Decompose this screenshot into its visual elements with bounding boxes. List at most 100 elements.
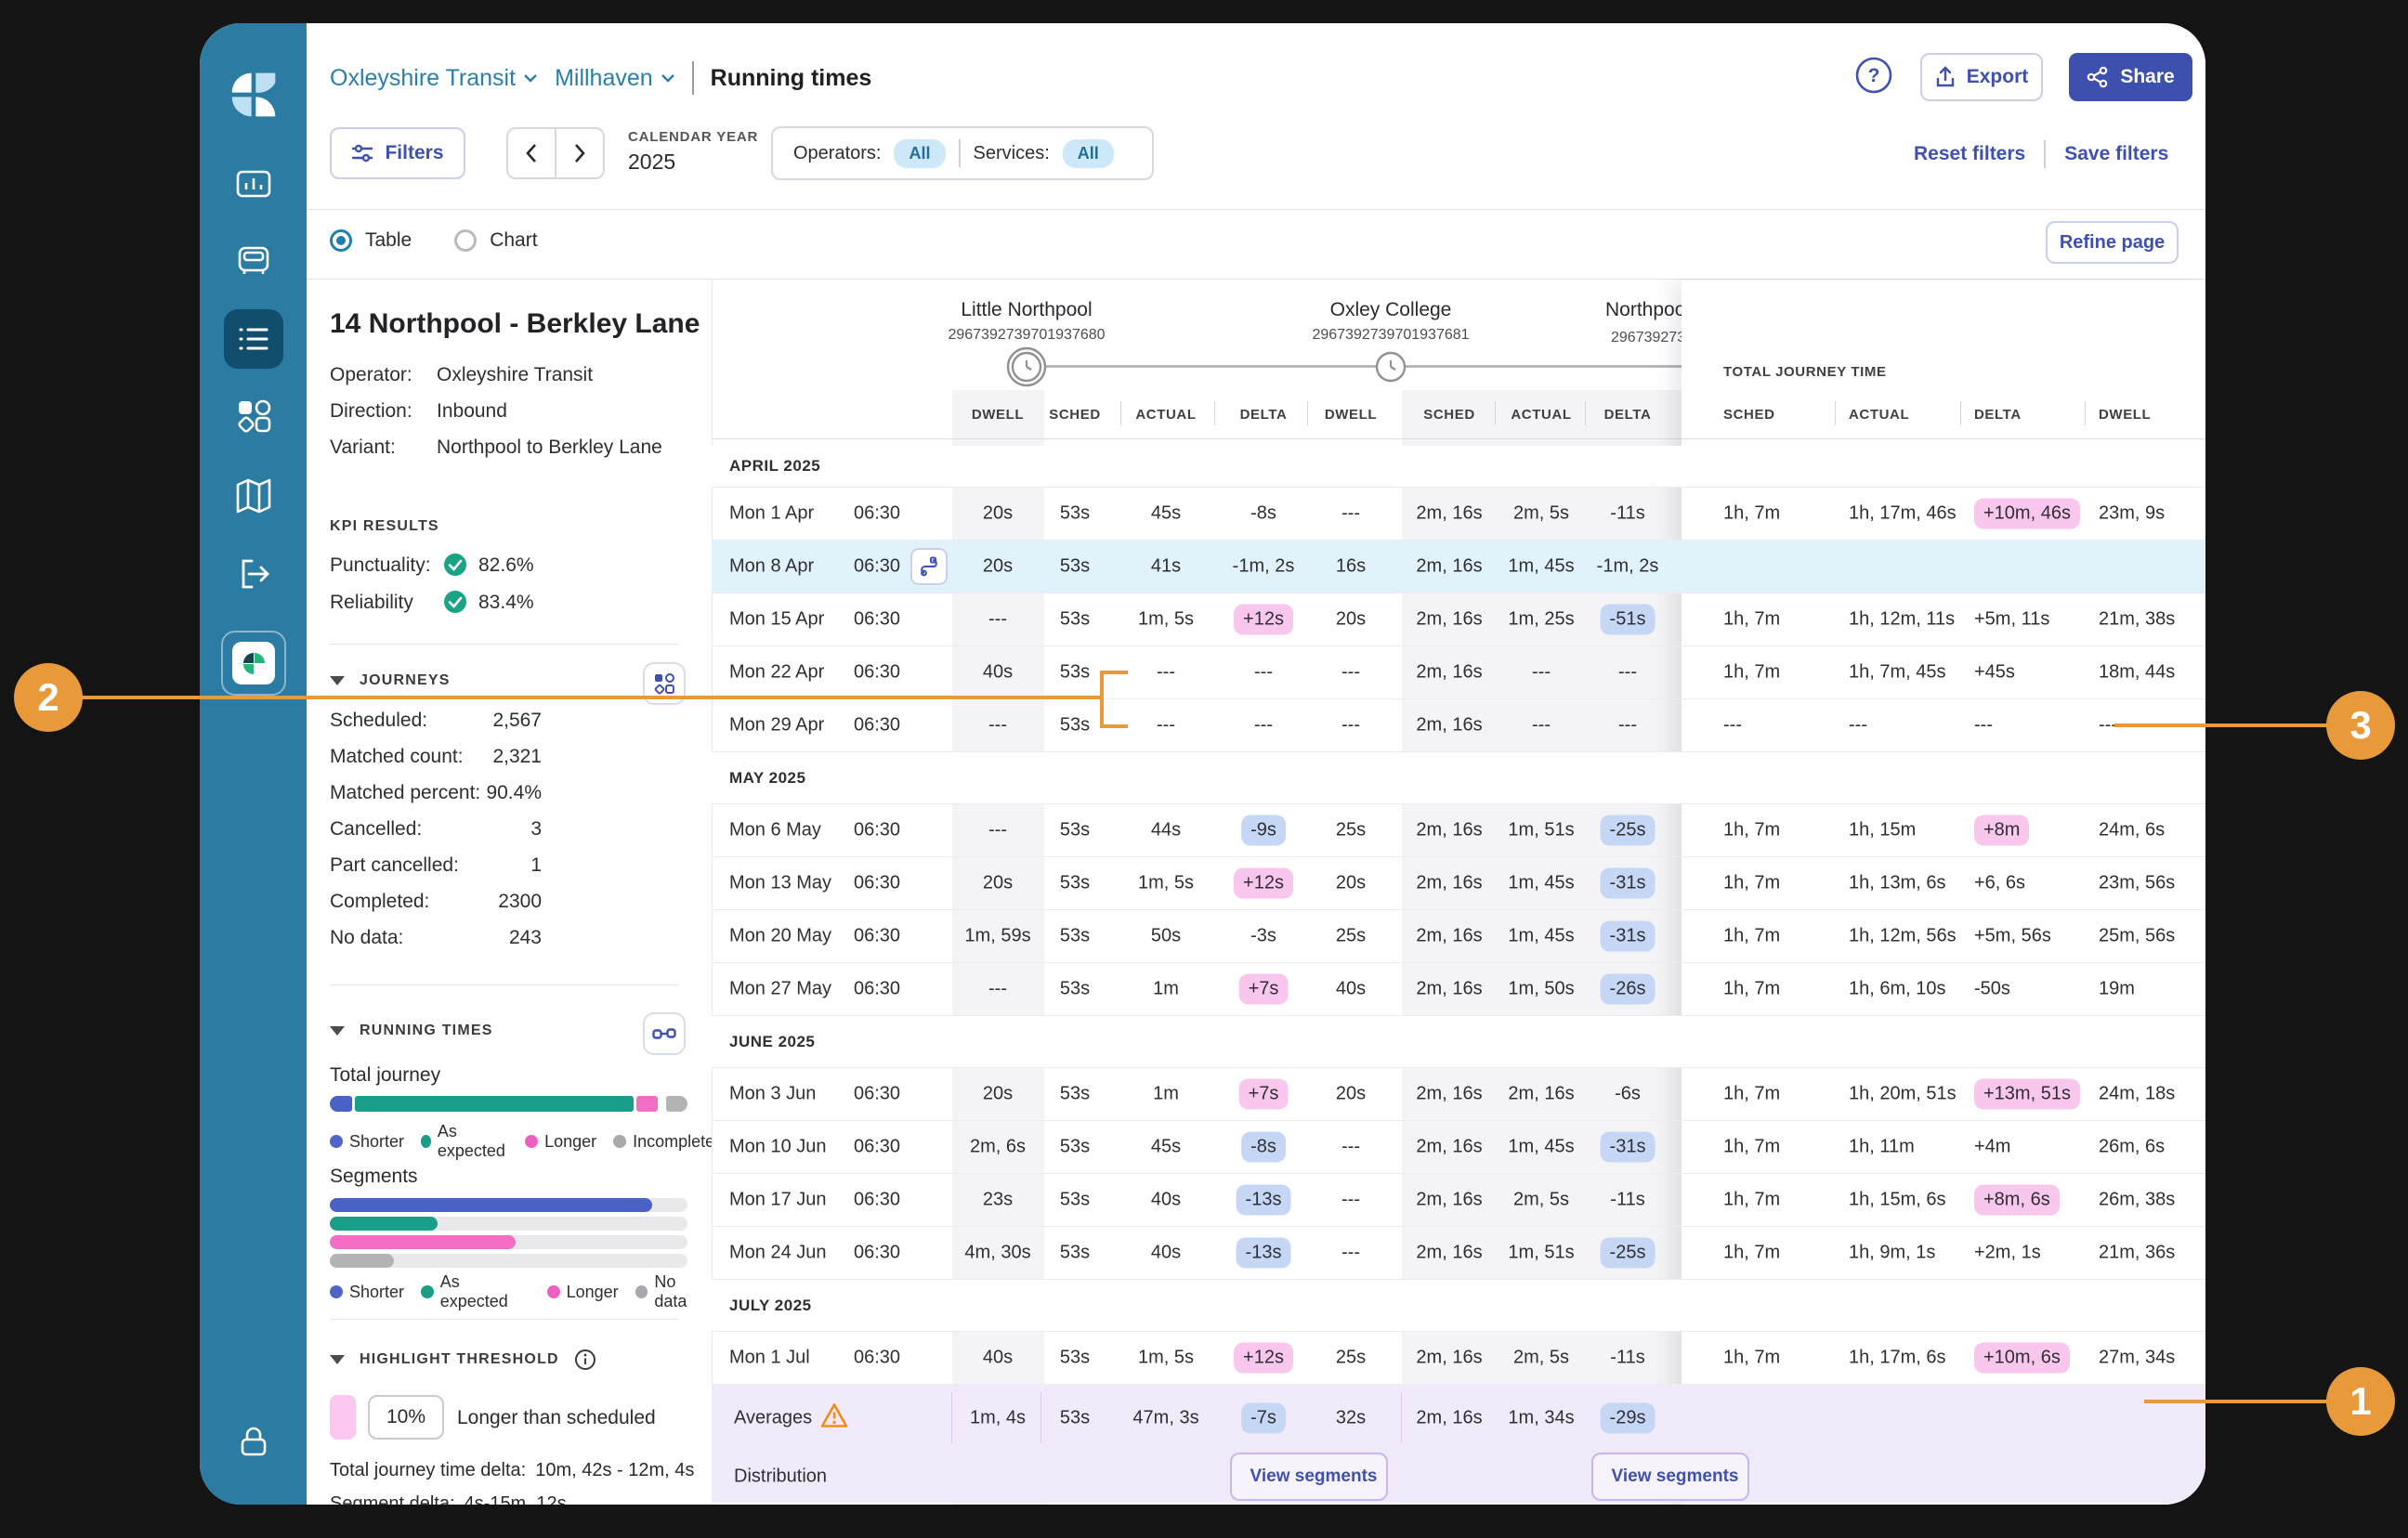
total-delta-label: Total journey time delta: <box>330 1460 526 1481</box>
table-cell: 40s <box>983 662 1013 684</box>
kpi-status-icon <box>443 590 467 619</box>
total-bar-segment <box>355 1096 634 1112</box>
stop-id: 2967392739701937681 <box>1312 327 1469 344</box>
running-times-section-header[interactable]: RUNNING TIMES <box>330 1023 493 1039</box>
delta-chip: -51s <box>1601 605 1656 635</box>
table-cell: 2m, 5s <box>1513 503 1569 525</box>
stop-name: Northpool <box>1605 299 1690 321</box>
share-button[interactable]: Share <box>2069 53 2192 101</box>
export-button[interactable]: Export <box>1920 53 2043 101</box>
month-band: JUNE 2025 <box>712 1016 2205 1068</box>
journey-stat-label: Part cancelled: <box>330 854 459 877</box>
help-icon[interactable]: ? <box>1853 55 1894 100</box>
avg-row: Averages1m, 4s53s47m, 3s-7s32s2m, 16s1m,… <box>712 1385 2205 1452</box>
table-cell: 53s <box>1060 1084 1090 1105</box>
refine-page-button[interactable]: Refine page <box>2046 221 2179 264</box>
table-row[interactable]: Mon 8 Apr06:3020s53s41s-1m, 2s16s2m, 16s… <box>712 541 2205 593</box>
table-cell: 2m, 16s <box>1416 1243 1482 1264</box>
highlight-threshold-header[interactable]: HIGHLIGHT THRESHOLD <box>330 1349 596 1371</box>
route-variant-button[interactable] <box>910 548 948 585</box>
threshold-percent-input[interactable]: 10% <box>368 1395 444 1440</box>
table-row[interactable]: Mon 10 Jun06:302m, 6s53s45s-8s---2m, 16s… <box>712 1121 2205 1174</box>
table-cell: -8s <box>1250 503 1276 525</box>
legend-dot-icon <box>613 1135 626 1148</box>
table-row[interactable]: Mon 6 May06:30---53s44s-9s25s2m, 16s1m, … <box>712 804 2205 857</box>
column-header-divider <box>1960 401 1961 425</box>
view-segments-button[interactable]: View segments <box>1591 1453 1749 1501</box>
header-bottom-border <box>1682 438 2205 439</box>
sidebar-item-apps[interactable] <box>234 397 273 436</box>
filters-button[interactable]: Filters <box>330 127 465 179</box>
segment-link-icon <box>652 1027 676 1040</box>
table-cell: 20s <box>983 873 1013 894</box>
breadcrumb-operator[interactable]: Oxleyshire Transit <box>330 65 538 92</box>
table-cell: 53s <box>1060 1407 1090 1428</box>
timing-point-icon[interactable] <box>1006 346 1047 392</box>
threshold-color-swatch <box>330 1395 356 1440</box>
journey-stat-label: No data: <box>330 927 403 949</box>
table-row[interactable]: Mon 20 May06:301m, 59s53s50s-3s25s2m, 16… <box>712 910 2205 963</box>
sidebar-item-map[interactable] <box>233 476 274 516</box>
save-filters-link[interactable]: Save filters <box>2064 143 2168 165</box>
breadcrumb-region[interactable]: Millhaven <box>555 65 675 92</box>
table-row[interactable]: Mon 22 Apr06:3040s53s---------2m, 16s---… <box>712 646 2205 699</box>
app-window: Oxleyshire Transit Millhaven Running tim… <box>200 23 2205 1505</box>
table-row[interactable]: Mon 1 Jul06:3040s53s1m, 5s+12s25s2m, 16s… <box>712 1332 2205 1385</box>
journey-stat-label: Matched count: <box>330 746 464 768</box>
sidebar-item-timetables-selected[interactable] <box>224 309 283 369</box>
table-cell: 1m <box>1153 979 1179 1000</box>
table-row[interactable]: Mon 17 Jun06:3023s53s40s-13s---2m, 16s2m… <box>712 1174 2205 1227</box>
view-toggle-table[interactable]: Table Chart <box>330 229 538 252</box>
table-row[interactable]: Mon 13 May06:3020s53s1m, 5s+12s20s2m, 16… <box>712 857 2205 910</box>
segments-label: Segments <box>330 1166 418 1188</box>
journey-stat-label: Matched percent: <box>330 782 480 804</box>
running-times-link-button[interactable] <box>643 1012 686 1055</box>
table-row[interactable]: Mon 27 May06:30---53s1m+7s40s2m, 16s1m, … <box>712 963 2205 1016</box>
month-section-label: MAY 2025 <box>729 769 805 788</box>
table-cell: 50s <box>1151 926 1181 947</box>
reset-filters-link[interactable]: Reset filters <box>1914 143 2025 165</box>
table-cell: --- <box>1341 715 1360 736</box>
view-segments-button[interactable]: View segments <box>1230 1453 1388 1501</box>
journey-stat-label: Scheduled: <box>330 710 427 732</box>
table-row[interactable]: Mon 24 Jun06:304m, 30s53s40s-13s---2m, 1… <box>712 1227 2205 1280</box>
table-row[interactable]: Mon 29 Apr06:30---53s---------2m, 16s---… <box>712 699 2205 752</box>
delta-chip: -31s <box>1601 1132 1656 1163</box>
segment-bar-track <box>330 1254 687 1268</box>
callout-2-tick <box>1100 724 1128 728</box>
next-period-button[interactable] <box>556 129 603 177</box>
lock-icon[interactable] <box>235 1424 272 1461</box>
averages-divider <box>951 1392 952 1443</box>
table-row[interactable]: Mon 1 Apr06:3020s53s45s-8s---2m, 16s2m, … <box>712 488 2205 541</box>
table-cell: --- <box>1341 503 1360 525</box>
stop-name: Little Northpool <box>961 299 1092 321</box>
table-cell: -11s <box>1610 1348 1644 1369</box>
table-cell: 53s <box>1060 609 1090 631</box>
sidebar-item-vehicles[interactable] <box>234 241 273 280</box>
averages-warning-icon[interactable] <box>819 1401 849 1434</box>
delta-chip: -25s <box>1601 815 1656 846</box>
legend-dot-icon <box>330 1285 343 1298</box>
row-departure-time: 06:30 <box>854 873 900 894</box>
table-row[interactable]: Mon 3 Jun06:3020s53s1m+7s20s2m, 16s2m, 1… <box>712 1068 2205 1121</box>
sidebar-item-dashboard[interactable] <box>234 164 273 203</box>
table-cell: 47m, 3s <box>1132 1407 1198 1428</box>
table-cell: --- <box>1532 715 1551 736</box>
active-filters-summary[interactable]: Operators: All Services: All <box>771 126 1154 180</box>
table-row[interactable]: Mon 15 Apr06:30---53s1m, 5s+12s20s2m, 16… <box>712 593 2205 646</box>
table-cell: 2m, 5s <box>1513 1190 1569 1211</box>
table-cell: --- <box>1341 1243 1360 1264</box>
table-cell: 1m, 5s <box>1138 1348 1194 1369</box>
journeys-section-header[interactable]: JOURNEYS <box>330 672 451 689</box>
previous-period-button[interactable] <box>508 129 556 177</box>
segment-bar-track <box>330 1217 687 1231</box>
table-cell: 1m, 45s <box>1508 873 1574 894</box>
sidebar-item-signout[interactable] <box>234 554 273 593</box>
delta-chip: -8s <box>1241 1132 1286 1163</box>
sidebar-item-app-switcher[interactable] <box>221 631 286 696</box>
timing-point-icon[interactable] <box>1375 351 1407 387</box>
column-header: DWELL <box>1325 407 1377 423</box>
radio-chart-icon[interactable] <box>454 229 477 252</box>
view-toggle-chart[interactable]: Chart <box>490 229 537 252</box>
timing-point-icon <box>1375 351 1407 383</box>
